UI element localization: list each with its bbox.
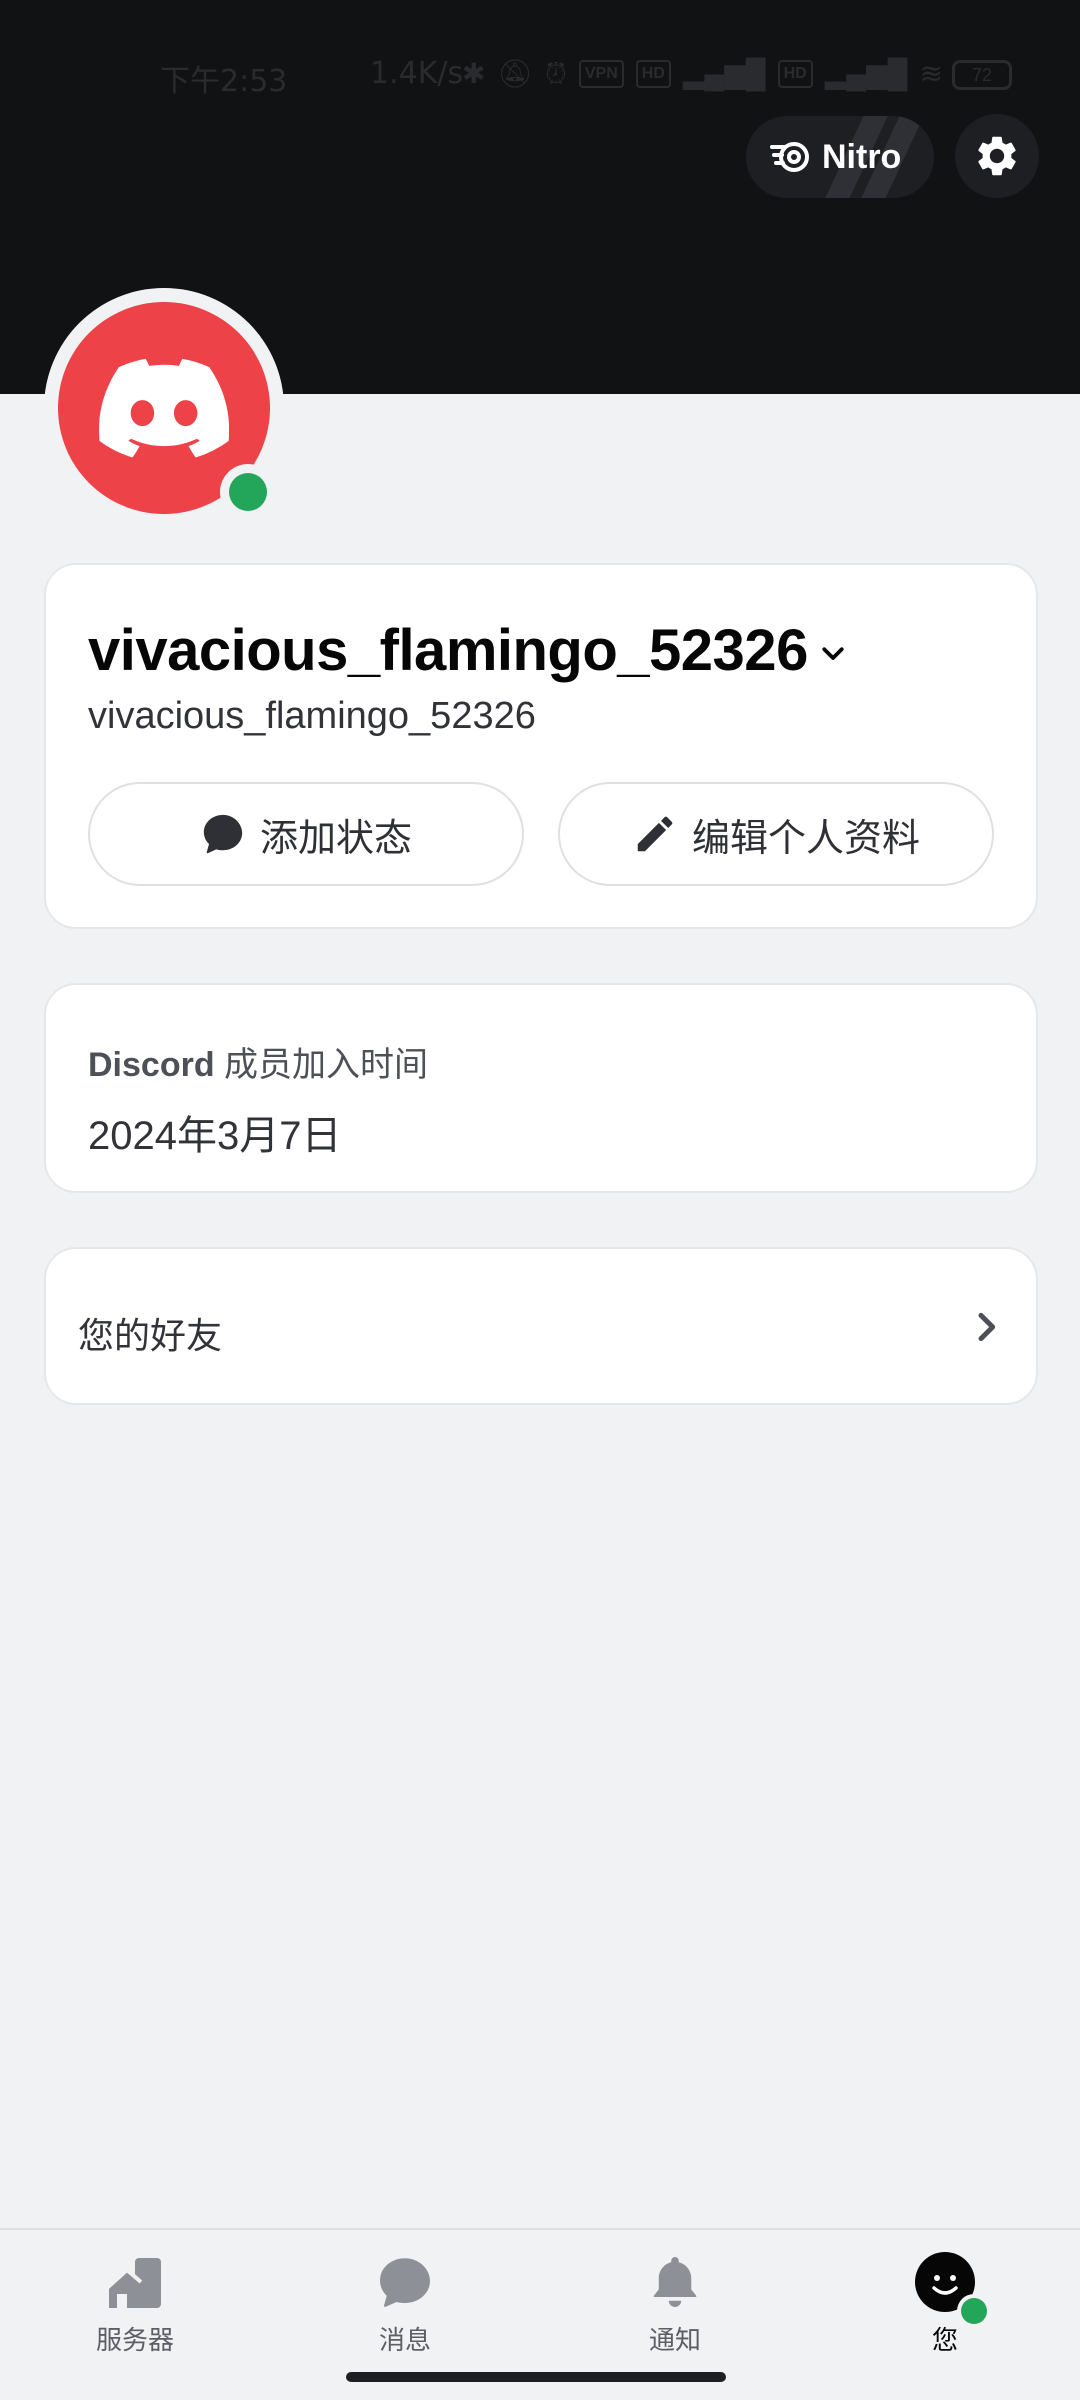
- mute-icon: 🔕︎: [497, 58, 534, 89]
- friends-card[interactable]: 您的好友: [44, 1247, 1038, 1405]
- display-name-row[interactable]: vivacious_flamingo_52326: [88, 617, 848, 684]
- add-status-button[interactable]: 添加状态: [88, 782, 524, 886]
- online-status-indicator: [957, 2294, 991, 2328]
- status-bar: 下午2:53 1.4K/s ✱ 🔕︎ ⏰︎ VPN HD ▂▄▆█ HD ▂▄▆…: [0, 52, 1080, 100]
- discord-logo-icon: [99, 358, 229, 458]
- edit-profile-button[interactable]: 编辑个人资料: [558, 782, 994, 886]
- online-status-indicator: [220, 464, 276, 520]
- status-icons: ✱ 🔕︎ ⏰︎ VPN HD ▂▄▆█ HD ▂▄▆█ ≋: [462, 54, 943, 94]
- chevron-down-icon: [822, 646, 844, 660]
- settings-button[interactable]: [955, 114, 1039, 198]
- signal-4g-icon: ▂▄▆█: [682, 58, 766, 89]
- nav-item-messages[interactable]: 消息: [325, 2252, 485, 2357]
- nav-item-you[interactable]: 您: [865, 2252, 1025, 2357]
- member-since-date: 2024年3月7日: [88, 1114, 342, 1158]
- signal-5g-icon: ▂▄▆█: [824, 58, 908, 89]
- vpn-icon: VPN: [578, 60, 624, 88]
- member-since-card: Discord 成员加入时间 2024年3月7日: [44, 983, 1038, 1193]
- avatar-container[interactable]: [44, 288, 284, 528]
- nav-label-servers: 服务器: [95, 2325, 174, 2355]
- nav-label-messages: 消息: [378, 2325, 431, 2355]
- chat-bubble-icon: [203, 814, 243, 854]
- nav-item-servers[interactable]: 服务器: [55, 2252, 215, 2357]
- display-name: vivacious_flamingo_52326: [88, 618, 808, 683]
- home-indicator[interactable]: [346, 2372, 726, 2382]
- pencil-icon: [637, 816, 673, 852]
- nav-label-notifications: 通知: [648, 2325, 701, 2355]
- battery-icon: 72: [952, 60, 1012, 90]
- nav-label-you: 您: [931, 2325, 958, 2355]
- profile-card: vivacious_flamingo_52326 vivacious_flami…: [44, 563, 1038, 929]
- status-time: 下午2:53: [160, 64, 288, 99]
- hd-icon: HD: [635, 60, 671, 88]
- member-since-label: Discord 成员加入时间: [88, 1037, 428, 1086]
- status-net-rate: 1.4K/s: [370, 56, 464, 91]
- chevron-right-icon: [978, 1312, 996, 1342]
- edit-profile-label: 编辑个人资料: [691, 817, 920, 860]
- bluetooth-icon: ✱: [462, 58, 486, 89]
- gear-icon: [978, 136, 1016, 176]
- nitro-label: Nitro: [822, 137, 902, 176]
- friends-label: 您的好友: [78, 1315, 223, 1356]
- discord-brand-label: Discord: [88, 1046, 215, 1084]
- alarm-icon: ⏰︎: [545, 58, 567, 89]
- wifi-icon: ≋: [919, 58, 943, 89]
- username-handle: vivacious_flamingo_52326: [88, 695, 536, 737]
- add-status-label: 添加状态: [259, 817, 412, 860]
- bell-icon: [653, 2257, 697, 2307]
- servers-icon: [105, 2258, 161, 2308]
- member-since-text: 成员加入时间: [224, 1046, 429, 1084]
- hd-icon: HD: [777, 60, 813, 88]
- nav-item-notifications[interactable]: 通知: [595, 2252, 755, 2357]
- messages-icon: [380, 2258, 430, 2307]
- nitro-icon: [770, 142, 809, 172]
- you-avatar-icon: [915, 2252, 991, 2328]
- nitro-button[interactable]: Nitro: [746, 116, 934, 198]
